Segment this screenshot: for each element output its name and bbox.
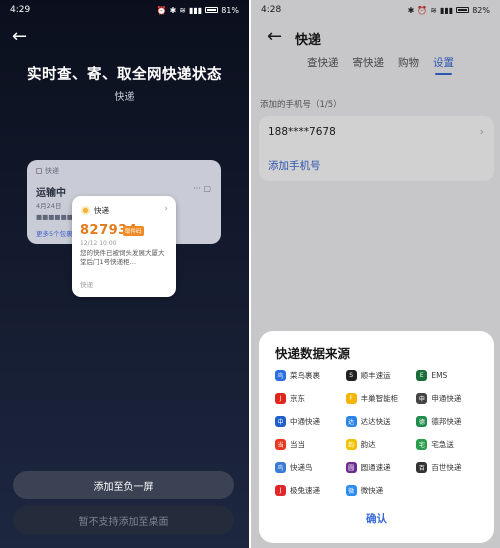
source-name: 当当	[290, 439, 305, 449]
source-name: 德邦快递	[431, 416, 462, 426]
dangdang-icon: 当	[275, 438, 286, 450]
confirm-button[interactable]: 确认	[259, 511, 494, 526]
source-item: 鸟快递鸟	[275, 459, 346, 475]
left-screen: 4:29 ⏰ ✱ ≋ ▮▮▮ 81% ← 实时查、寄、取全网快递状态 快递 快递…	[0, 0, 249, 548]
jt-icon: J	[275, 484, 286, 496]
sheet-title: 快递数据来源	[275, 346, 351, 361]
source-item: 百百世快递	[416, 459, 487, 475]
bluetooth-icon: ✱	[169, 5, 177, 15]
source-name: 菜鸟裹裹	[290, 370, 320, 380]
signal-icon: ▮▮▮	[189, 5, 203, 15]
source-item: E EMS	[416, 367, 487, 383]
source-item: 宅宅急送	[416, 436, 487, 452]
widget-status: 运输中	[36, 188, 66, 199]
source-item: 鸟菜鸟裹裹	[275, 367, 346, 383]
right-screen: 4:28 ✱ ⏰ ≋ ▮▮▮ 82% ← 快递 查快递 寄快递 购物 设置 添加…	[251, 0, 500, 548]
status-bar: 4:29 ⏰ ✱ ≋ ▮▮▮ 81%	[0, 0, 249, 20]
zjs-icon: 宅	[416, 438, 428, 450]
source-name: 申通快递	[431, 393, 462, 403]
sto-icon: 申	[416, 392, 428, 404]
source-item: 微微快递	[345, 482, 417, 498]
package-datetime: 12/12 10:00	[80, 240, 117, 247]
back-arrow-icon[interactable]: ←	[12, 28, 27, 46]
status-time: 4:29	[10, 5, 31, 15]
source-name: 圆通速递	[360, 462, 391, 472]
page-subtitle: 快递	[114, 92, 135, 103]
widget-footer: 快递	[80, 281, 93, 289]
wifi-icon: ≋	[179, 5, 186, 15]
source-item: 达达达快送	[345, 413, 417, 429]
source-item: 圆圆通速递	[345, 459, 417, 475]
widget-header: 快递	[36, 166, 59, 176]
source-item: 当当当	[275, 436, 346, 452]
widget-date: 4月24日	[36, 202, 62, 210]
data-source-sheet: 快递数据来源 鸟菜鸟裹裹 S 顺丰速运 E EMS J 京东 F 丰巢智能柜申申通快递中中通快递…	[259, 331, 494, 543]
source-name: 极兔速递	[290, 485, 320, 495]
battery-icon	[205, 7, 219, 13]
app-icon	[36, 168, 42, 174]
yunda-icon: 韵	[345, 438, 357, 450]
chevron-right-icon: ›	[164, 204, 168, 214]
source-name: 顺丰速运	[360, 370, 391, 380]
widget-header: 快递	[81, 205, 109, 216]
widget-more-link: 更多5个包裹	[36, 230, 73, 238]
source-name: 宅急送	[431, 439, 454, 449]
yto-icon: 圆	[345, 461, 357, 473]
source-name: EMS	[431, 370, 448, 380]
source-name: 中通快递	[290, 416, 320, 426]
package-message: 您的快件已被饲头发展大厦大堂后门1号快递柜…	[80, 249, 165, 266]
add-to-minus-one-screen-button[interactable]: 添加至负一屏	[13, 471, 234, 499]
source-name: 京东	[290, 393, 305, 403]
sf-icon: S	[345, 369, 357, 381]
weikd-icon: 微	[345, 484, 357, 496]
source-item: 中中通快递	[275, 413, 346, 429]
add-to-desktop-button-disabled: 暂不支持添加至桌面	[13, 506, 234, 534]
page-title: 实时查、寄、取全网快递状态	[27, 67, 222, 83]
source-item: F 丰巢智能柜	[345, 390, 417, 406]
kuaidi-logo-icon	[81, 206, 90, 215]
pickup-code-badge: 取件码	[123, 226, 144, 236]
alarm-icon: ⏰	[156, 5, 167, 15]
battery-level: 81%	[221, 5, 239, 15]
cainiao-icon: 鸟	[275, 369, 286, 381]
source-item: S 顺丰速运	[345, 367, 417, 383]
ems-icon: E	[416, 369, 428, 381]
best-icon: 百	[416, 461, 428, 473]
widget-actions-icon: ··· ▢	[193, 184, 211, 193]
source-item: 申申通快递	[416, 390, 487, 406]
jd-icon: J	[275, 392, 286, 404]
source-name: 百世快递	[431, 462, 462, 472]
widget-preview-small: 快递 › 827934 取件码 12/12 10:00 您的快件已被饲头发展大厦…	[72, 196, 176, 297]
source-name: 韵达	[360, 439, 376, 449]
source-list: 鸟菜鸟裹裹 S 顺丰速运 E EMS J 京东 F 丰巢智能柜申申通快递中中通快递达达达快送德德…	[275, 367, 487, 498]
status-icons: ⏰ ✱ ≋ ▮▮▮ 81%	[157, 6, 239, 15]
dada-icon: 达	[345, 415, 357, 427]
deppon-icon: 德	[416, 415, 428, 427]
source-item: J 极兔速递	[275, 482, 346, 498]
source-item: 韵韵达	[345, 436, 417, 452]
source-name: 达达快送	[360, 416, 391, 426]
source-item: J 京东	[275, 390, 346, 406]
source-name: 丰巢智能柜	[360, 393, 399, 403]
zto-icon: 中	[275, 415, 286, 427]
source-name: 微快递	[360, 485, 384, 495]
source-item: 德德邦快递	[416, 413, 487, 429]
source-name: 快递鸟	[290, 462, 313, 472]
fengchao-icon: F	[345, 392, 357, 404]
kdniao-icon: 鸟	[275, 461, 286, 473]
